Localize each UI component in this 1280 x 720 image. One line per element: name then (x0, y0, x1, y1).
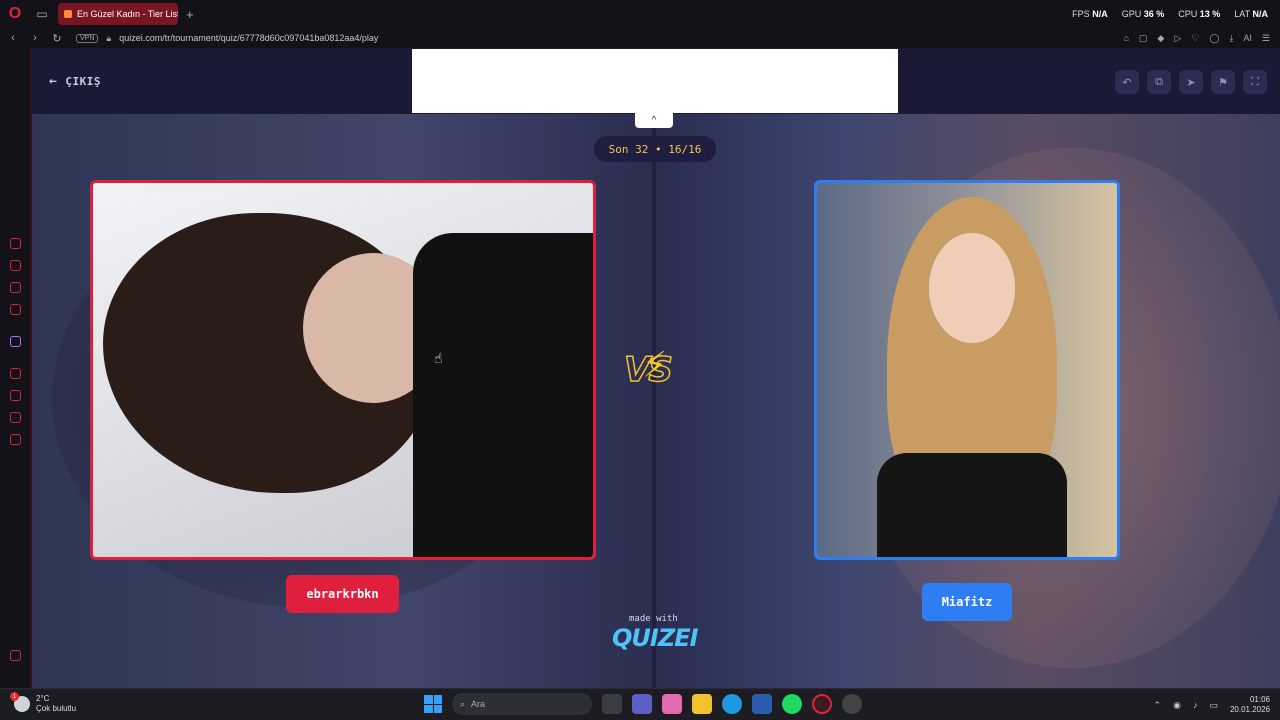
browser-sidebar (0, 48, 31, 688)
windows-taskbar: 1 2°C Çok bulutlu ⌕ Ara ⌃ ◉ ♪ ▭ 01:06 20… (0, 688, 1280, 720)
performance-stats: FPS N/A GPU 36 % CPU 13 % LAT N/A (1072, 9, 1280, 19)
sidebar-gx-icon[interactable] (10, 650, 21, 661)
pin-icon[interactable]: ⌂ (1123, 33, 1128, 44)
edge-icon[interactable] (722, 694, 742, 714)
sidebar-discord-icon[interactable] (10, 368, 21, 379)
volume-icon[interactable]: ♪ (1193, 700, 1198, 710)
menu-icon[interactable]: ☰ (1262, 33, 1270, 44)
stat-fps: FPS N/A (1072, 9, 1108, 19)
shield-icon[interactable]: ◆ (1157, 33, 1164, 44)
browser-titlebar: O ▭ En Güzel Kadın - Tier List, + FPS N/… (0, 0, 1280, 28)
taskbar-apps: ⌕ Ara (424, 693, 862, 715)
heart-icon[interactable]: ♡ (1191, 33, 1199, 44)
arrow-left-icon: ← (49, 74, 58, 89)
system-tray: ⌃ ◉ ♪ ▭ 01:06 20.01.2026 (1154, 695, 1270, 715)
right-candidate-image[interactable] (814, 180, 1120, 560)
network-icon[interactable]: ◉ (1173, 700, 1181, 711)
back-icon[interactable]: ‹ (4, 32, 22, 44)
weather-widget[interactable]: 1 2°C Çok bulutlu (10, 692, 76, 714)
notification-badge: 1 (10, 692, 19, 701)
weather-description: Çok bulutlu (36, 704, 77, 713)
stat-cpu: CPU 13 % (1178, 9, 1221, 19)
quiz-page: ← ÇIKIŞ ↶ ⧉ ➤ ⚑ ⛶ ^ Son 32 • 16/16 VS ⚡︎… (31, 48, 1280, 688)
snapshot-icon[interactable]: ▢ (1139, 33, 1148, 44)
sidebar-settings-icon[interactable] (10, 434, 21, 445)
vs-badge: VS ⚡︎ (623, 344, 684, 392)
search-icon: ⌕ (460, 698, 466, 709)
stat-gpu: GPU 36 % (1121, 9, 1165, 19)
forward-icon[interactable]: › (26, 32, 44, 44)
windows-start-icon[interactable] (424, 695, 442, 713)
ad-collapse-button[interactable]: ^ (635, 112, 673, 128)
photo-clothing (413, 233, 593, 557)
lock-icon[interactable]: 🔒︎ (106, 33, 111, 44)
share-icon[interactable]: ⧉ (1147, 70, 1171, 94)
vpn-badge[interactable]: VPN (76, 33, 99, 43)
account-icon[interactable]: ◯ (1209, 33, 1219, 44)
taskbar-search[interactable]: ⌕ Ara (452, 693, 592, 715)
fullscreen-icon[interactable]: ⛶ (1243, 70, 1267, 94)
address-bar-actions: ⌂ ▢ ◆ ▷ ♡ ◯ ⤓ AI ☰ (1123, 33, 1280, 44)
quiz-header: ← ÇIKIŞ ↶ ⧉ ➤ ⚑ ⛶ (32, 48, 1280, 114)
cloud-icon: 1 (10, 692, 30, 712)
weather-info: 2°C Çok bulutlu (36, 694, 76, 714)
clock-time: 01:06 (1249, 695, 1270, 704)
lightning-icon: ⚡︎ (642, 344, 668, 385)
task-view-icon[interactable] (602, 694, 622, 714)
clock[interactable]: 01:06 20.01.2026 (1230, 695, 1270, 715)
photo-face (929, 233, 1015, 343)
exit-button[interactable]: ← ÇIKIŞ (49, 74, 101, 89)
exit-label: ÇIKIŞ (65, 75, 101, 88)
reload-icon[interactable]: ↻ (48, 32, 66, 45)
made-with-label: made with (629, 614, 678, 624)
undo-icon[interactable]: ↶ (1115, 70, 1139, 94)
right-candidate-name-button[interactable]: Miafitz (922, 583, 1012, 621)
teams-icon[interactable] (632, 694, 652, 714)
center-divider (652, 114, 656, 688)
temperature: 2°C (36, 694, 50, 703)
quizei-logo[interactable]: QUIZEI (612, 624, 699, 652)
tab-switcher-icon[interactable]: ▭ (30, 0, 54, 28)
sidebar-twitch-icon[interactable] (10, 336, 21, 347)
download-icon[interactable]: ⤓ (1229, 33, 1233, 44)
copilot-icon[interactable] (662, 694, 682, 714)
new-tab-button[interactable]: + (186, 7, 194, 22)
active-tab[interactable]: En Güzel Kadın - Tier List, (58, 3, 178, 25)
send-icon[interactable]: ➤ (1179, 70, 1203, 94)
round-indicator: Son 32 • 16/16 (594, 136, 716, 162)
sidebar-shop-icon[interactable] (10, 260, 21, 271)
tab-title: En Güzel Kadın - Tier List, (77, 9, 178, 19)
store-icon[interactable] (752, 694, 772, 714)
clock-date: 20.01.2026 (1229, 705, 1270, 714)
spotify-icon[interactable] (782, 694, 802, 714)
flag-icon[interactable]: ⚑ (1211, 70, 1235, 94)
app-icon[interactable] (842, 694, 862, 714)
photo-clothing (877, 453, 1067, 557)
opera-logo-icon[interactable]: O (0, 0, 30, 28)
sidebar-tv-icon[interactable] (10, 282, 21, 293)
play-icon[interactable]: ▷ (1174, 33, 1181, 44)
address-bar: ‹ › ↻ VPN 🔒︎ quizei.com/tr/tournament/qu… (0, 28, 1280, 48)
sidebar-extensions-icon[interactable] (10, 412, 21, 423)
hand-cursor-icon: ☝︎ (434, 350, 443, 366)
left-candidate-name-button[interactable]: ebrarkrbkn (286, 575, 399, 613)
tab-favicon-icon (64, 10, 72, 18)
sidebar-history-icon[interactable] (10, 390, 21, 401)
ad-banner[interactable] (412, 49, 898, 113)
left-candidate-image[interactable] (90, 180, 596, 560)
stat-lat: LAT N/A (1234, 9, 1268, 19)
sidebar-aria-icon[interactable] (10, 238, 21, 249)
sidebar-music-icon[interactable] (10, 304, 21, 315)
url-field[interactable]: quizei.com/tr/tournament/quiz/67778d60c0… (119, 33, 378, 43)
battery-icon[interactable]: ▭ (1209, 700, 1218, 711)
search-placeholder: Ara (471, 699, 486, 709)
ai-button[interactable]: AI (1243, 33, 1252, 44)
opera-gx-icon[interactable] (812, 694, 832, 714)
chevron-up-icon[interactable]: ⌃ (1154, 700, 1162, 711)
file-explorer-icon[interactable] (692, 694, 712, 714)
